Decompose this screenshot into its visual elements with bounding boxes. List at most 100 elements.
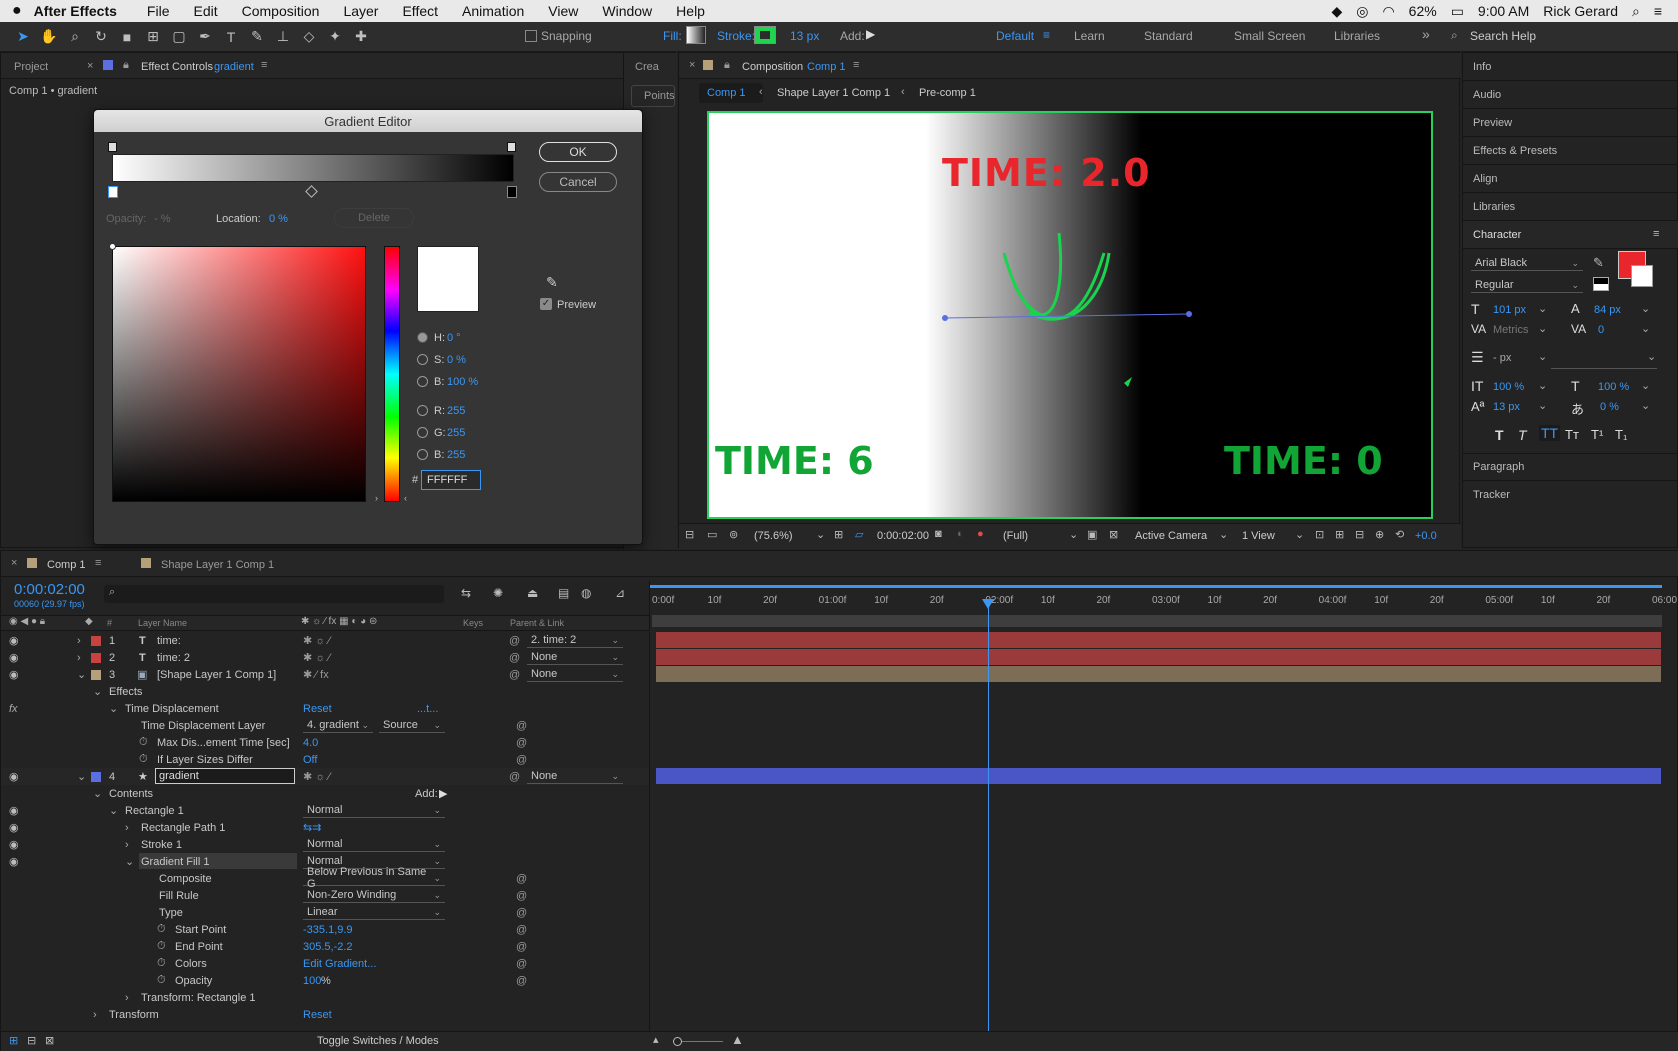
layer-bar-2[interactable] [656,649,1661,665]
panel-libraries[interactable]: Libraries [1473,201,1515,213]
expand-arrow-icon[interactable]: › [125,992,129,1004]
close-timeline-tab-icon[interactable]: × [11,557,17,569]
time-ruler[interactable]: 0:00f 10f 20f 01:00f 10f 20f 02:00f 10f 20f 03:00… [649,581,1677,631]
transform-reset-link[interactable]: Reset [303,1009,332,1021]
stopwatch-icon[interactable]: ⏱︎ [157,974,166,987]
monitor-icon[interactable]: ▭ [707,528,717,541]
end-point-value[interactable]: 305.5,-2.2 [303,941,353,953]
effect-target-name[interactable]: gradient [214,61,254,73]
search-help-icon[interactable]: ⌕ [1451,28,1458,43]
zoom-chevron-icon[interactable]: ⌄ [816,528,825,541]
gradient-fill-label[interactable]: Gradient Fill 1 [141,856,209,868]
shy-layers-icon[interactable]: ⏏ [527,586,538,600]
color-field[interactable] [112,246,366,502]
in-out-pane-icon[interactable]: ⊠ [45,1034,54,1047]
workspace-learn[interactable]: Learn [1074,29,1105,43]
collapse-arrow-icon[interactable]: ⌄ [93,787,102,800]
expand-arrow-icon[interactable]: › [125,839,129,851]
color-stop-right[interactable] [507,186,517,198]
stroke-width[interactable]: 13 px [790,29,819,43]
app-name[interactable]: After Effects [34,3,117,19]
reset-link[interactable]: Reset [303,703,332,715]
panel-align[interactable]: Align [1473,173,1497,185]
panel-character[interactable]: Character [1473,229,1521,241]
panel-paragraph[interactable]: Paragraph [1473,461,1524,473]
search-help-input[interactable]: Search Help [1470,29,1536,43]
show-snapshot-icon[interactable]: ◐ [957,528,964,540]
stopwatch-icon[interactable]: ⏱︎ [157,923,166,936]
expression-icon[interactable]: @ [516,907,527,919]
add-icon[interactable]: ▶ [866,27,875,41]
small-caps-icon[interactable]: Tт [1565,427,1579,442]
g-radio[interactable] [417,427,428,438]
stopwatch-icon[interactable]: ⏱︎ [157,940,166,953]
expression-icon[interactable]: @ [516,890,527,902]
timeline-icon[interactable]: ⊟ [1355,528,1364,541]
reset-exposure-icon[interactable]: ⟲ [1395,528,1404,541]
g-value[interactable]: 255 [447,427,465,439]
current-time-indicator[interactable] [988,602,989,1032]
more-workspaces-icon[interactable]: » [1422,26,1430,42]
menu-help[interactable]: Help [676,3,705,19]
menu-window[interactable]: Window [602,3,652,19]
swap-colors-icon[interactable] [1593,277,1609,291]
camera-chevron-icon[interactable]: ⌄ [1219,528,1228,541]
search-icon[interactable]: ⌕ [1632,3,1640,20]
start-point-value[interactable]: -335.1,9.9 [303,924,353,936]
tracking-chevron-icon[interactable]: ⌄ [1641,322,1650,335]
menu-layer[interactable]: Layer [343,3,378,19]
mask-visibility-icon[interactable]: ⊚ [729,528,738,541]
all-caps-icon[interactable]: TT [1539,425,1561,441]
fast-previews-icon[interactable]: ⊞ [1335,528,1344,541]
stroke-color-swatch[interactable] [1631,265,1653,287]
opacity-value[interactable]: 100 [303,975,321,987]
crumb-precomp[interactable]: Pre-comp 1 [919,87,976,99]
toggle-switches-modes[interactable]: Toggle Switches / Modes [317,1035,439,1047]
type-tool-icon[interactable]: T [220,26,242,48]
layer-row-3[interactable]: ◉ ⌄ 3 ▣ [Shape Layer 1 Comp 1] ✱ ⁄ fx @ … [1,666,649,683]
close-comp-tab-icon[interactable]: × [689,59,695,71]
camera-dropdown[interactable]: Active Camera [1135,530,1207,542]
timeline-tab-comp1[interactable]: Comp 1 [47,559,86,571]
layer-label-swatch[interactable] [91,772,101,782]
blue-radio[interactable] [417,449,428,460]
pickwhip-icon[interactable]: @ [509,635,520,647]
roto-brush-tool-icon[interactable]: ✦ [324,26,346,48]
selection-tool-icon[interactable]: ➤ [12,26,34,48]
stroke-order-chevron-icon[interactable]: ⌄ [1647,350,1656,363]
rectangle-tool-icon[interactable]: ▢ [168,26,190,48]
layer-search-input[interactable] [104,585,444,603]
expression-icon[interactable]: @ [516,720,527,732]
visibility-eye-icon[interactable]: ◉ [9,668,19,681]
battery-icon[interactable]: ▭ [1451,3,1464,20]
transparency-toggle-icon[interactable]: ⊠ [1109,528,1118,541]
transform-group[interactable]: › Transform Reset [1,1006,649,1023]
font-size-value[interactable]: 101 px [1493,304,1526,316]
td-source-dropdown[interactable]: Source [379,718,445,733]
stroke-1[interactable]: ◉ › Stroke 1 Normal [1,836,649,853]
layer-label-swatch[interactable] [91,653,101,663]
collapse-arrow-icon[interactable]: ⌄ [77,770,86,783]
pen-tool-icon[interactable]: ✒ [194,26,216,48]
visibility-eye-icon[interactable]: ◉ [9,804,19,817]
parent-dropdown[interactable]: None [527,667,623,682]
preview-checkbox[interactable]: ✓ [540,298,552,310]
reset-more-link[interactable]: ...t... [417,703,438,715]
camera-tool-icon[interactable]: ■ [116,26,138,48]
crumb-comp1[interactable]: Comp 1 [707,87,746,99]
stroke-1-label[interactable]: Stroke 1 [141,839,182,851]
expression-icon[interactable]: @ [516,924,527,936]
tracking-value[interactable]: 0 [1598,324,1604,336]
hue-slider-left-arrow[interactable]: › [375,493,378,503]
path-direction-icon[interactable]: ⇆⇉ [303,821,321,834]
draft-3d-icon[interactable]: ✺ [493,586,503,600]
layer-row-2[interactable]: ◉ › 2 T time: 2 ✱ ☼ ⁄ @ None [1,649,649,666]
rectangle-1-group[interactable]: ◉ ⌄ Rectangle 1 Normal [1,802,649,819]
timeline-tab-shape[interactable]: Shape Layer 1 Comp 1 [161,559,274,571]
layer-bar-1[interactable] [656,632,1661,648]
kerning-value[interactable]: Metrics [1493,324,1528,336]
expression-icon[interactable]: @ [516,873,527,885]
layer-name[interactable]: [Shape Layer 1 Comp 1] [157,669,276,681]
creative-cloud-icon[interactable]: ◎ [1356,3,1368,20]
always-preview-icon[interactable]: ⊟ [685,528,694,541]
